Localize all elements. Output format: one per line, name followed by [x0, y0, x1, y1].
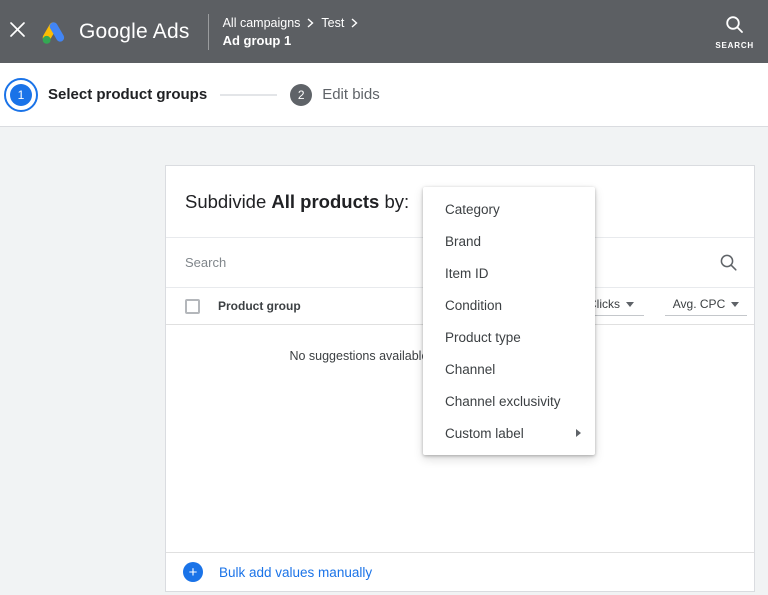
title-suffix: by:	[384, 190, 410, 212]
search-icon	[724, 14, 745, 40]
product-wordmark: Google Ads	[79, 19, 190, 43]
header-search-button[interactable]: SEARCH	[715, 14, 754, 50]
bulk-add-label: Bulk add values manually	[219, 564, 373, 580]
menu-item-brand[interactable]: Brand	[423, 225, 595, 257]
chevron-right-icon	[307, 17, 314, 28]
stepper-connector	[220, 93, 278, 96]
menu-item-product-type[interactable]: Product type	[423, 321, 595, 353]
menu-item-label: Channel exclusivity	[445, 393, 561, 409]
chevron-down-icon	[731, 301, 740, 307]
chevron-right-icon	[351, 17, 358, 28]
title-prefix: Subdivide	[185, 190, 267, 212]
menu-item-label: Product type	[445, 329, 521, 345]
menu-item-category[interactable]: Category	[423, 193, 595, 225]
step-1-number: 1	[10, 83, 32, 106]
menu-item-label: Category	[445, 201, 500, 217]
step-1-label: Select product groups	[48, 86, 208, 103]
menu-item-label: Condition	[445, 297, 503, 313]
submenu-arrow-icon	[576, 429, 581, 437]
breadcrumb: All campaigns Test Ad group 1	[223, 16, 359, 48]
menu-item-label: Brand	[445, 233, 482, 249]
header-divider	[207, 13, 209, 50]
menu-item-custom-label[interactable]: Custom label	[423, 417, 595, 449]
breadcrumb-campaign[interactable]: Test	[321, 16, 344, 30]
bulk-add-row[interactable]: + Bulk add values manually	[166, 552, 754, 591]
close-button[interactable]	[0, 0, 34, 63]
search-icon[interactable]	[719, 253, 738, 272]
title-subject: All products	[271, 190, 380, 212]
menu-item-label: Custom label	[445, 425, 524, 441]
close-icon	[9, 21, 26, 43]
card-title: Subdivide All products by:	[185, 191, 409, 213]
step-2-number: 2	[290, 83, 313, 106]
column-product-group: Product group	[218, 299, 301, 313]
column-avg-cpc[interactable]: Avg. CPC	[665, 297, 747, 316]
plus-icon: +	[183, 562, 203, 582]
google-ads-logo-icon	[40, 19, 68, 45]
select-all-checkbox[interactable]	[185, 298, 200, 314]
menu-item-item-id[interactable]: Item ID	[423, 257, 595, 289]
menu-item-condition[interactable]: Condition	[423, 289, 595, 321]
subdivide-by-menu: Category Brand Item ID Condition Product…	[423, 187, 595, 455]
progress-stepper: 1 Select product groups 2 Edit bids	[0, 63, 768, 127]
menu-item-label: Item ID	[445, 265, 489, 281]
step-1-indicator: 1	[4, 77, 38, 112]
app-header: Google Ads All campaigns Test Ad group 1…	[0, 0, 768, 63]
menu-item-channel-exclusivity[interactable]: Channel exclusivity	[423, 385, 595, 417]
search-caption: SEARCH	[715, 40, 754, 50]
column-avg-cpc-label: Avg. CPC	[672, 297, 726, 311]
breadcrumb-current-adgroup: Ad group 1	[222, 32, 292, 48]
menu-item-channel[interactable]: Channel	[423, 353, 595, 385]
chevron-down-icon	[626, 301, 634, 307]
step-2-label: Edit bids	[322, 86, 380, 103]
breadcrumb-all-campaigns[interactable]: All campaigns	[223, 16, 301, 30]
menu-item-label: Channel	[445, 361, 496, 377]
